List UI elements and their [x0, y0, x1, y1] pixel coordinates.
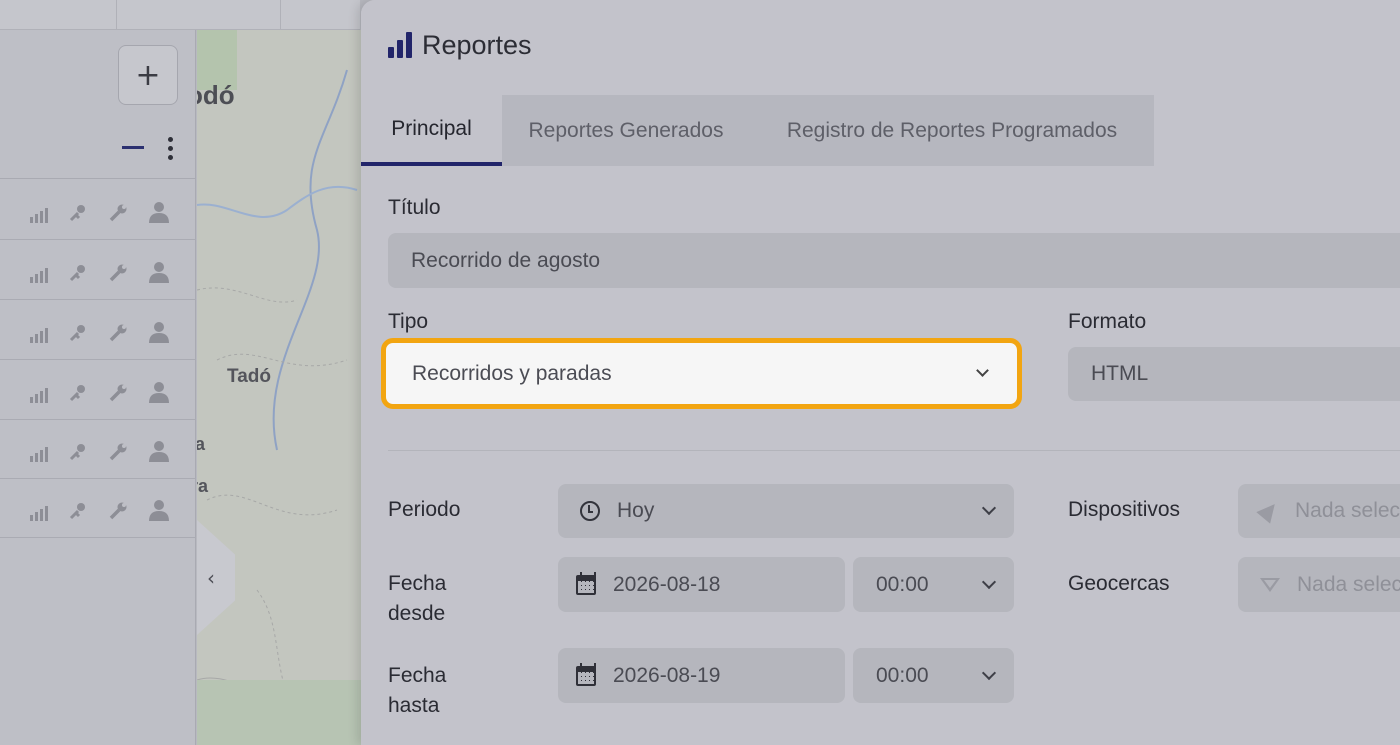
map-label: ra [197, 476, 209, 496]
devices-label: Dispositivos [1068, 498, 1181, 521]
modal-title: Reportes [422, 30, 532, 60]
topbar-separator [280, 0, 281, 30]
time-to-select[interactable]: 00:00 [853, 648, 1014, 703]
device-row[interactable] [0, 301, 196, 360]
key-icon [68, 440, 88, 462]
chevron-left-icon: ‹ [207, 566, 215, 590]
time-from-select[interactable]: 00:00 [853, 557, 1014, 612]
user-icon [148, 381, 170, 403]
tab-principal[interactable]: Principal [361, 95, 502, 166]
modal-header: Reportes [361, 0, 1400, 95]
reports-modal: Reportes Principal Reportes Generados Re… [361, 0, 1400, 745]
user-icon [148, 201, 170, 223]
wrench-icon [108, 499, 130, 521]
map-roads [197, 30, 361, 745]
tab-generated-reports[interactable]: Reportes Generados [502, 95, 750, 166]
map-label: Tadó [227, 366, 271, 387]
key-icon [68, 321, 88, 343]
chevron-down-icon [981, 574, 997, 589]
type-select-value: Recorridos y paradas [412, 361, 612, 385]
title-input-value: Recorrido de agosto [411, 248, 601, 272]
device-row[interactable] [0, 241, 196, 300]
wrench-icon [108, 381, 130, 403]
key-icon [68, 381, 88, 403]
user-icon [148, 499, 170, 521]
format-label: Formato [1068, 310, 1147, 333]
device-row[interactable] [0, 361, 196, 420]
key-icon [68, 201, 88, 223]
tab-scheduled-reports-log[interactable]: Registro de Reportes Programados [750, 95, 1154, 166]
devices-select-placeholder: Nada selec [1295, 499, 1400, 522]
geofences-select-placeholder: Nada selec [1297, 572, 1400, 596]
type-select[interactable]: Recorridos y paradas [381, 338, 1022, 409]
section-divider [388, 450, 1400, 451]
signal-icon [30, 381, 48, 403]
type-label: Tipo [388, 310, 429, 333]
signal-icon [30, 201, 48, 223]
background-topbar [0, 0, 360, 30]
user-icon [148, 321, 170, 343]
title-input[interactable]: Recorrido de agosto [388, 233, 1400, 288]
chevron-down-icon [976, 363, 989, 377]
signal-icon [30, 261, 48, 283]
topbar-separator [116, 0, 117, 30]
more-options-icon[interactable] [168, 137, 174, 161]
date-from-label: Fecha desde [388, 572, 447, 625]
signal-icon [30, 440, 48, 462]
time-to-value: 00:00 [876, 663, 929, 687]
geofence-icon [1260, 577, 1280, 592]
period-select[interactable]: Hoy [558, 484, 1014, 538]
date-to-input[interactable]: 2026-08-19 [558, 648, 845, 703]
collapse-all-icon[interactable] [122, 146, 144, 149]
date-from-value: 2026-08-18 [613, 572, 721, 596]
map-label: a [197, 434, 206, 454]
date-to-value: 2026-08-19 [613, 663, 721, 687]
date-to-label: Fecha hasta [388, 664, 447, 717]
sidebar-collapse-button[interactable]: ‹ [197, 520, 235, 635]
date-from-input[interactable]: 2026-08-18 [558, 557, 845, 612]
key-icon [68, 499, 88, 521]
tab-bar: Principal Reportes Generados Registro de… [361, 95, 1154, 166]
device-row[interactable] [0, 420, 196, 479]
period-label: Periodo [388, 498, 461, 521]
title-label: Título [388, 196, 441, 219]
map-label: odó [197, 80, 235, 110]
time-from-value: 00:00 [876, 572, 929, 596]
chevron-down-icon [981, 665, 997, 680]
wrench-icon [108, 201, 130, 223]
signal-icon [30, 499, 48, 521]
plus-icon: + [135, 57, 161, 93]
signal-icon [30, 321, 48, 343]
map-view[interactable]: odó Tadó a ra [197, 30, 361, 745]
device-row[interactable] [0, 479, 196, 538]
clock-icon [580, 501, 600, 521]
chevron-down-icon [981, 500, 997, 516]
wrench-icon [108, 321, 130, 343]
key-icon [68, 261, 88, 283]
calendar-icon [576, 571, 596, 595]
user-icon [148, 440, 170, 462]
format-select[interactable]: HTML [1068, 347, 1400, 401]
geofences-select[interactable]: Nada selec [1238, 557, 1400, 612]
calendar-icon [576, 662, 596, 686]
period-select-value: Hoy [617, 499, 655, 522]
add-device-button[interactable]: + [118, 45, 178, 105]
format-select-value: HTML [1091, 362, 1149, 385]
wrench-icon [108, 261, 130, 283]
user-icon [148, 261, 170, 283]
geofences-label: Geocercas [1068, 572, 1170, 595]
device-row[interactable] [0, 181, 196, 240]
devices-select[interactable]: Nada selec [1238, 484, 1400, 538]
wrench-icon [108, 440, 130, 462]
sidebar-divider [0, 178, 196, 179]
bar-chart-icon [388, 32, 416, 58]
